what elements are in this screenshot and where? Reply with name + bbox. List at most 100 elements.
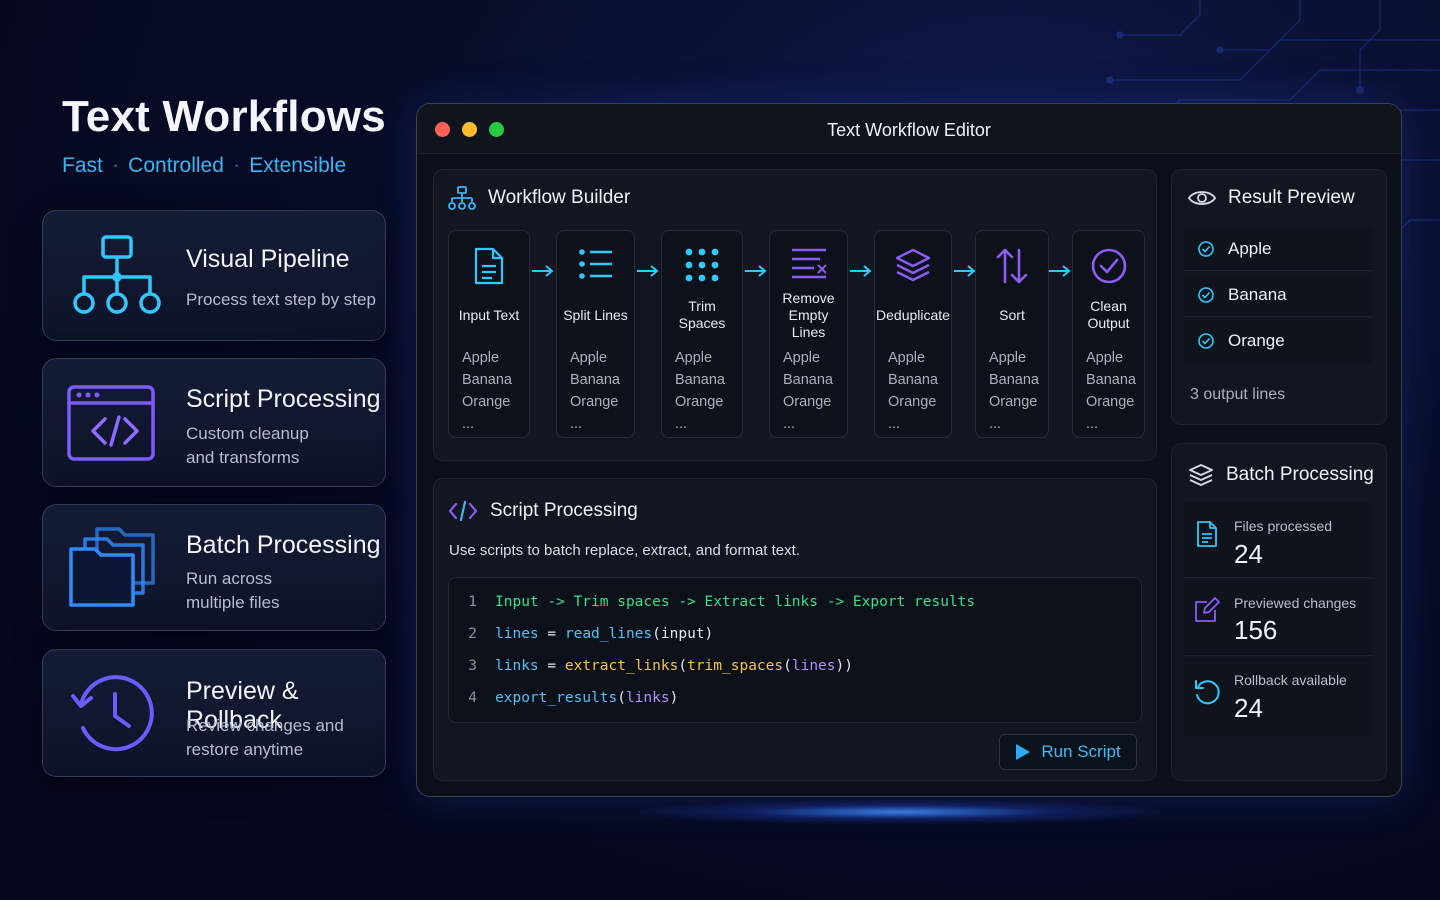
batch-processing-title: Batch Processing [1226, 464, 1374, 485]
line-number: 3 [468, 658, 477, 674]
result-item-text: Banana [1228, 284, 1287, 304]
result-preview-panel: Result Preview Apple Banana Orange 3 out… [1171, 169, 1387, 425]
window-title: Text Workflow Editor [827, 120, 991, 140]
code-token: links [625, 690, 670, 706]
floor-glow [640, 800, 1160, 824]
workflow-step[interactable]: Split Lines Apple Banana Orange... [556, 230, 635, 438]
workflow-builder-title: Workflow Builder [488, 187, 631, 208]
code-token: = [538, 626, 565, 642]
step-item: Apple [675, 350, 713, 366]
result-preview-title: Result Preview [1228, 187, 1355, 208]
step-item: Orange [462, 394, 511, 410]
folders-icon [69, 527, 155, 607]
tagline-extensible: Extensible [249, 154, 347, 177]
check-circle-icon [1198, 286, 1214, 303]
edit-icon [1195, 597, 1220, 622]
tagline-controlled: Controlled [128, 154, 224, 177]
check-circle-icon [1091, 248, 1126, 284]
arrow-right-icon [532, 265, 554, 277]
script-description: Use scripts to batch replace, extract, a… [449, 542, 800, 559]
step-item: Orange [888, 394, 937, 410]
sort-arrows-icon [996, 248, 1028, 284]
arrow-right-icon [1049, 265, 1071, 277]
step-item: Banana [462, 372, 512, 388]
step-item: Banana [570, 372, 620, 388]
code-icon [448, 500, 478, 522]
feature-card-batch-processing[interactable]: Batch Processing Run across multiple fil… [42, 504, 386, 631]
feature-card-script-processing[interactable]: Script Processing Custom cleanup and tra… [42, 358, 386, 487]
workflow-step[interactable]: Remove Empty Lines Apple Banana Orange... [769, 230, 848, 438]
line-number: 4 [468, 690, 477, 706]
step-label: Clean Output [1087, 298, 1130, 331]
editor-window: Text Workflow Editor Workflow Builder In… [416, 103, 1402, 797]
stat-value: 24 [1234, 693, 1263, 723]
stat-label: Previewed changes [1234, 595, 1357, 611]
step-item: Apple [989, 350, 1027, 366]
workflow-step[interactable]: Deduplicate Apple Banana Orange... [874, 230, 952, 438]
line-number: 2 [468, 626, 477, 642]
workflow-step[interactable]: Input Text Apple Banana Orange... [448, 230, 530, 438]
eye-icon [1188, 191, 1216, 205]
stat-label: Files processed [1234, 518, 1333, 534]
code-line: 1 Input -> Trim spaces -> Extract links -… [449, 594, 975, 614]
arrow-right-icon [637, 265, 659, 277]
document-icon [474, 247, 504, 285]
panel-header: Workflow Builder [448, 185, 630, 211]
stat-rollback-available: Rollback available 24 [1184, 658, 1372, 736]
rollback-icon [1195, 680, 1220, 705]
step-item: Apple [570, 350, 608, 366]
arrow-right-icon [850, 265, 872, 277]
step-label: Trim Spaces [678, 298, 726, 331]
check-circle-icon [1198, 240, 1214, 257]
step-item: Banana [1086, 372, 1136, 388]
step-item: Apple [1086, 350, 1124, 366]
step-label: Input Text [458, 306, 520, 323]
stat-value: 156 [1234, 615, 1278, 645]
feature-description: Custom cleanup and transforms [186, 424, 309, 467]
step-label: Sort [999, 306, 1025, 323]
history-clock-icon [71, 675, 154, 752]
stat-previewed-changes: Previewed changes 156 [1184, 580, 1372, 656]
feature-title: Script Processing [186, 385, 381, 413]
workflow-step[interactable]: Sort Apple Banana Orange... [975, 230, 1049, 438]
batch-processing-panel: Batch Processing Files processed 24 Prev… [1171, 443, 1387, 781]
step-item: Banana [888, 372, 938, 388]
step-label: Split Lines [563, 306, 628, 323]
workflow-icon [448, 186, 476, 210]
result-item-text: Orange [1228, 331, 1285, 350]
code-editor[interactable]: 1 Input -> Trim spaces -> Extract links -… [448, 577, 1142, 723]
feature-card-preview-rollback[interactable]: Preview & Rollback Review changes and re… [42, 649, 386, 777]
workflow-step[interactable]: Trim Spaces Apple Banana Orange... [661, 230, 743, 438]
code-token: trim_spaces [687, 658, 784, 674]
code-token: ( [617, 690, 626, 706]
tagline-fast: Fast [62, 154, 103, 177]
check-circle-icon [1198, 333, 1214, 349]
title-bar: Text Workflow Editor [417, 104, 1401, 154]
workflow-step[interactable]: Clean Output Apple Banana Orange... [1072, 230, 1145, 438]
run-script-button[interactable]: Run Script [999, 734, 1137, 770]
script-processing-title: Script Processing [490, 500, 638, 521]
panel-header: Result Preview [1188, 187, 1355, 209]
panel-header: Script Processing [448, 500, 638, 522]
feature-card-visual-pipeline[interactable]: Visual Pipeline Process text step by ste… [42, 210, 386, 341]
pipeline-icon [73, 235, 161, 314]
step-item: ... [675, 416, 688, 432]
code-token: = [538, 658, 565, 674]
step-item: Banana [989, 372, 1039, 388]
code-token: export_results [495, 690, 618, 706]
step-item: Orange [675, 394, 724, 410]
arrow-right-icon [745, 265, 767, 277]
feature-title: Visual Pipeline [186, 245, 350, 273]
tagline: Fast · Controlled · Extensible [62, 154, 346, 178]
file-icon [1197, 521, 1217, 547]
list-icon [578, 249, 612, 279]
code-line: 4 export_results(links) [449, 690, 678, 710]
output-line-count: 3 output lines [1190, 386, 1286, 403]
separator-dot: · [112, 157, 119, 174]
run-script-label: Run Script [1041, 742, 1121, 761]
hero-title: Text Workflows [62, 92, 386, 141]
step-item: Apple [783, 350, 821, 366]
layers-icon [895, 248, 931, 282]
code-token: lines [495, 626, 539, 642]
code-token: lines [791, 658, 836, 674]
